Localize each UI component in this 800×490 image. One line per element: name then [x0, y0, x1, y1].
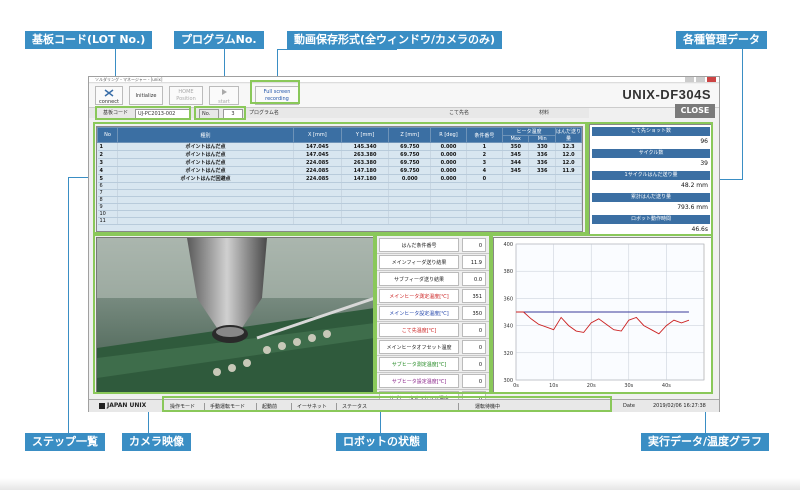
window-controls	[685, 77, 716, 82]
callout-video-format: 動画保存形式(全ウィンドウ/カメラのみ)	[287, 31, 503, 49]
highlight-mgmt	[587, 122, 713, 236]
callout-lot-code: 基板コード(LOT No.)	[25, 31, 153, 49]
play-icon	[222, 89, 227, 95]
highlight-graph	[491, 234, 713, 394]
date-value: 2019/02/06 16:27:38	[653, 403, 706, 409]
callout-run-data-graph: 実行データ/温度グラフ	[641, 433, 770, 451]
tip-name-label: こて先名	[449, 110, 470, 116]
minimize-button[interactable]	[685, 77, 694, 82]
toolbar: connect Initialize HOME Position start F…	[89, 84, 719, 108]
callout-robot-status: ロボットの状態	[336, 433, 427, 451]
logo-mark-icon	[99, 402, 105, 409]
callout-management-data: 各種管理データ	[676, 31, 767, 49]
start-button[interactable]: start	[209, 86, 239, 105]
callout-camera: カメラ映像	[122, 433, 191, 451]
connector-line	[68, 177, 69, 433]
page-shadow	[0, 478, 800, 490]
highlight-robot-status	[162, 396, 612, 412]
callout-program-no: プログラムNo.	[174, 31, 264, 49]
connector-line	[742, 49, 743, 179]
highlight-params	[375, 234, 491, 394]
program-name-label: プログラム名	[249, 110, 279, 116]
window-titlebar: ソルダリング・マネージャー - [unix]	[89, 77, 719, 83]
window-close-button[interactable]	[707, 77, 716, 82]
japan-unix-logo: JAPAN UNIX	[99, 402, 146, 409]
connector-line	[380, 412, 381, 433]
product-brand: UNIX-DF304S	[622, 87, 711, 102]
maximize-button[interactable]	[696, 77, 705, 82]
highlight-video	[250, 80, 300, 104]
highlight-program	[194, 106, 246, 120]
initialize-button[interactable]: Initialize	[129, 86, 163, 105]
connect-button[interactable]: connect	[95, 86, 123, 105]
window-title: ソルダリング・マネージャー - [unix]	[95, 77, 163, 82]
callout-step-list: ステップ一覧	[25, 433, 105, 451]
highlight-lot	[95, 106, 191, 120]
material-label: 材料	[539, 110, 550, 116]
connector-line	[277, 49, 397, 50]
highlight-camera	[93, 234, 375, 394]
connect-icon	[104, 89, 114, 97]
home-position-button[interactable]: HOME Position	[169, 86, 203, 105]
date-label: Date	[623, 403, 635, 409]
close-button[interactable]: CLOSE	[675, 104, 715, 118]
highlight-steps	[93, 122, 587, 234]
